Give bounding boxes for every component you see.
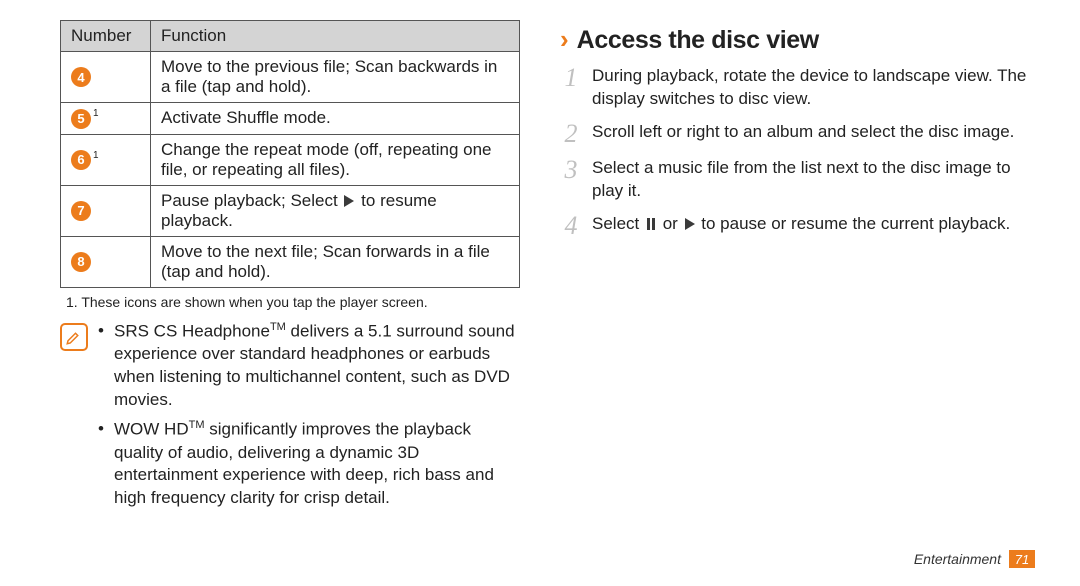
row-function-text: Move to the previous file; Scan backward…	[151, 52, 520, 103]
note-callout: SRS CS HeadphoneTM delivers a 5.1 surrou…	[60, 320, 520, 517]
page-number-badge: 71	[1009, 550, 1035, 568]
row-number-badge: 6	[71, 150, 91, 170]
note-text-pre: WOW HD	[114, 420, 189, 439]
section-heading: › Access the disc view	[560, 26, 1035, 55]
row-function-text: Activate Shuffle mode.	[151, 103, 520, 135]
footnote-ref: 1	[93, 108, 99, 119]
note-item: SRS CS HeadphoneTM delivers a 5.1 surrou…	[98, 320, 520, 412]
steps-list: 1 During playback, rotate the device to …	[560, 65, 1035, 239]
row-number-badge: 4	[71, 67, 91, 87]
note-list: SRS CS HeadphoneTM delivers a 5.1 surrou…	[98, 320, 520, 517]
note-item: WOW HDTM significantly improves the play…	[98, 418, 520, 510]
step-text: During playback, rotate the device to la…	[592, 65, 1035, 111]
note-icon	[60, 323, 88, 351]
step-item: 1 During playback, rotate the device to …	[560, 65, 1035, 111]
step-item: 3 Select a music file from the list next…	[560, 157, 1035, 203]
trademark-symbol: TM	[189, 419, 205, 431]
left-column: Number Function 4 Move to the previous f…	[0, 0, 540, 586]
step-number: 2	[560, 121, 582, 147]
table-row: 4 Move to the previous file; Scan backwa…	[61, 52, 520, 103]
step-text-pre: Select	[592, 214, 644, 233]
right-column: › Access the disc view 1 During playback…	[540, 0, 1080, 586]
footer-section-name: Entertainment	[914, 551, 1001, 567]
step-number: 3	[560, 157, 582, 203]
note-text-pre: SRS CS Headphone	[114, 321, 270, 340]
col-header-number: Number	[61, 21, 151, 52]
table-row: 51 Activate Shuffle mode.	[61, 103, 520, 135]
row-text-pre: Pause playback; Select	[161, 191, 342, 210]
section-title: Access the disc view	[577, 26, 819, 55]
play-icon	[685, 218, 695, 230]
step-text: Scroll left or right to an album and sel…	[592, 121, 1014, 147]
step-item: 2 Scroll left or right to an album and s…	[560, 121, 1035, 147]
row-function-text: Move to the next file; Scan forwards in …	[151, 236, 520, 287]
pause-icon	[646, 218, 656, 230]
table-footnote: 1. These icons are shown when you tap th…	[66, 294, 514, 310]
step-text-mid: or	[658, 214, 683, 233]
table-row: 8 Move to the next file; Scan forwards i…	[61, 236, 520, 287]
chevron-icon: ›	[560, 26, 569, 52]
step-text: Select or to pause or resume the current…	[592, 213, 1010, 239]
row-function-text: Pause playback; Select to resume playbac…	[151, 185, 520, 236]
step-number: 1	[560, 65, 582, 111]
table-row: 61 Change the repeat mode (off, repeatin…	[61, 134, 520, 185]
footnote-ref: 1	[93, 150, 99, 161]
trademark-symbol: TM	[270, 321, 286, 333]
step-text: Select a music file from the list next t…	[592, 157, 1035, 203]
step-item: 4 Select or to pause or resume the curre…	[560, 213, 1035, 239]
play-icon	[344, 195, 354, 207]
function-table: Number Function 4 Move to the previous f…	[60, 20, 520, 288]
row-number-badge: 8	[71, 252, 91, 272]
col-header-function: Function	[151, 21, 520, 52]
step-number: 4	[560, 213, 582, 239]
table-row: 7 Pause playback; Select to resume playb…	[61, 185, 520, 236]
row-number-badge: 7	[71, 201, 91, 221]
row-function-text: Change the repeat mode (off, repeating o…	[151, 134, 520, 185]
step-text-post: to pause or resume the current playback.	[697, 214, 1011, 233]
row-number-badge: 5	[71, 109, 91, 129]
page-footer: Entertainment 71	[914, 550, 1035, 568]
